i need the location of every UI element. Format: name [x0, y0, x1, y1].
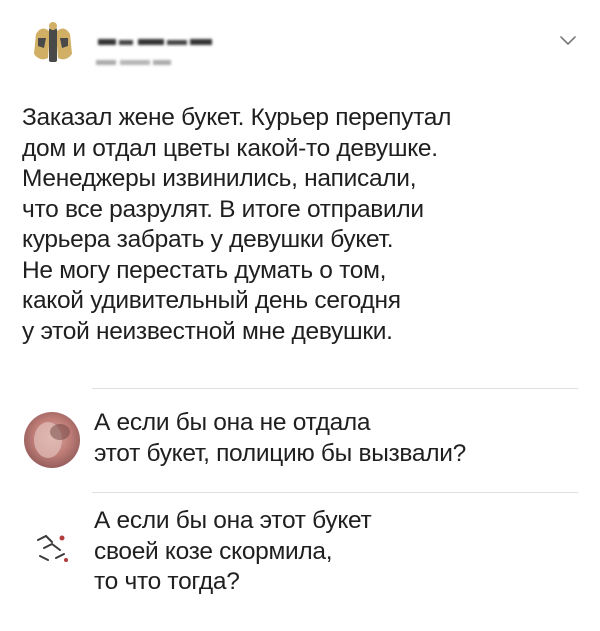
post-text-line: Заказал жене букет. Курьер перепутал [22, 104, 452, 131]
post-text-line: курьера забрать у девушки букет. [22, 226, 394, 253]
chevron-down-icon[interactable] [558, 34, 578, 48]
divider [92, 492, 578, 493]
comment-item: А если бы она не отдала этот букет, поли… [22, 398, 578, 478]
post-header [22, 14, 578, 84]
author-handle[interactable] [96, 58, 174, 67]
commenter-avatar[interactable] [22, 518, 82, 578]
comment-text-line: то что тогда? [94, 568, 240, 595]
post-text: Заказал жене букет. Курьер перепутал дом… [22, 103, 582, 347]
author-avatar[interactable] [22, 14, 84, 76]
comment-text-line: А если бы она этот букет [94, 507, 372, 534]
post-text-line: что все разрулят. В итоге отправили [22, 195, 424, 223]
comment-text: А если бы она не отдала этот букет, поли… [94, 408, 466, 469]
post-text-line: у этой неизвестной мне девушки. [22, 317, 393, 345]
comment-text-line: этот букет, полицию бы вызвали? [94, 439, 466, 467]
author-name[interactable] [98, 37, 216, 47]
comment-text-line: своей козе скормила, [94, 537, 333, 565]
post-text-line: Не могу перестать думать о том, [22, 256, 387, 284]
post-text-line: дом и отдал цветы какой-то девушке. [22, 134, 438, 162]
divider [92, 388, 578, 389]
comment-item: А если бы она этот букет своей козе скор… [22, 500, 578, 620]
post-text-line: Менеджеры извинились, написали, [22, 165, 417, 192]
post-text-line: какой удивительный день сегодня [22, 287, 401, 314]
commenter-avatar[interactable] [22, 410, 82, 470]
comment-text: А если бы она этот букет своей козе скор… [94, 506, 372, 598]
comment-text-line: А если бы она не отдала [94, 409, 371, 436]
